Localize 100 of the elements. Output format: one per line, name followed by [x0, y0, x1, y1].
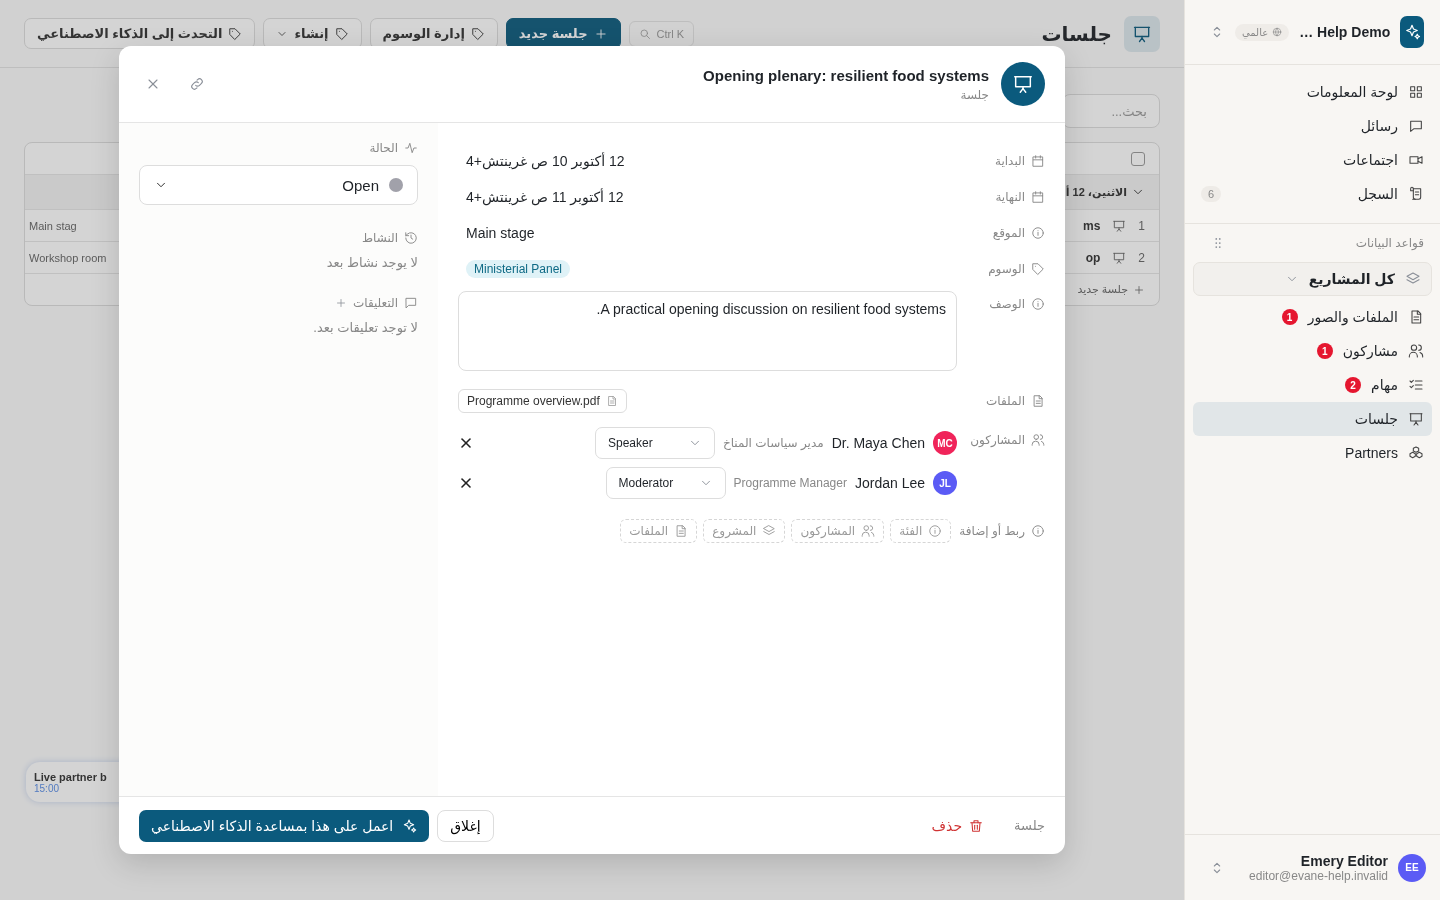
empty-activity-text: لا يوجد نشاط بعد	[325, 255, 418, 270]
status-select[interactable]: Open	[139, 165, 418, 205]
item-label: جلسات	[1354, 411, 1398, 427]
tag-icon	[1031, 262, 1045, 276]
participant-role: مدير سياسات المناخ	[722, 436, 824, 450]
field-value[interactable]: 12 أكتوبر 10 ص غرينتش+4	[458, 153, 633, 169]
table-cell: ms	[1082, 218, 1101, 233]
comments-label: التعليقات	[352, 296, 398, 310]
presentation-icon	[1112, 218, 1127, 233]
item-label: مشاركون	[1342, 343, 1398, 359]
calendar-icon	[1031, 154, 1045, 168]
participant-avatar: JL	[933, 471, 957, 495]
field-label: النهاية	[995, 190, 1025, 204]
logo-icon[interactable]	[1400, 16, 1424, 48]
document-icon	[1031, 394, 1045, 408]
notification-badge: 2	[1345, 377, 1362, 393]
toolbar-button[interactable]: التحدث إلى الذكاء الاصطناعي	[24, 18, 256, 49]
select-all-checkbox[interactable]	[1131, 151, 1145, 166]
record-type: جلسة	[1014, 818, 1045, 833]
table-cell: Main stag	[29, 219, 77, 232]
empty-comments-text: لا توجد تعليقات بعد.	[312, 320, 418, 335]
row-number: 2	[1138, 250, 1145, 265]
close-button[interactable]: إغلاق	[437, 809, 494, 842]
info-icon	[1031, 226, 1045, 240]
ai-button[interactable]: اعمل على هذا بمساعدة الذكاء الاصطناعي	[139, 809, 430, 842]
activity-label: النشاط	[361, 231, 398, 245]
item-label: الملفات والصور	[1307, 309, 1398, 325]
cubes-icon	[1408, 445, 1424, 461]
role-select[interactable]: Speaker	[594, 427, 715, 459]
tag-icon	[470, 26, 485, 41]
remove-icon[interactable]	[458, 435, 474, 451]
nav-item[interactable]: اجتماعات	[1193, 143, 1432, 177]
delete-button[interactable]: حذف	[925, 816, 991, 835]
workspace-name[interactable]: Help Demo …	[1299, 24, 1391, 40]
grid-icon	[1408, 84, 1424, 100]
presentation-icon	[1124, 15, 1160, 52]
search-icon	[638, 27, 651, 40]
role-select[interactable]: Moderator	[605, 467, 726, 499]
plus-icon	[1133, 283, 1145, 296]
presentation-icon	[1112, 250, 1127, 265]
item-label: Partners	[1345, 445, 1398, 461]
chat-icon	[1408, 118, 1424, 134]
link-icon[interactable]	[189, 76, 205, 92]
history-icon	[404, 231, 418, 245]
pulse-icon	[404, 141, 418, 155]
document-icon	[605, 395, 618, 407]
file-chip[interactable]: Programme overview.pdf	[458, 389, 627, 413]
nav-label: رسائل	[1360, 118, 1398, 134]
participant-name[interactable]: Jordan Lee	[854, 475, 925, 491]
user-avatar[interactable]: EE	[1398, 853, 1426, 882]
participant-avatar: MC	[933, 431, 957, 455]
field-value[interactable]: 12 أكتوبر 11 ص غرينتش+4	[458, 189, 632, 205]
users-icon	[1408, 343, 1424, 359]
field-label: الوسوم	[988, 262, 1025, 276]
database-item[interactable]: Partners	[1193, 436, 1432, 470]
nav-label: السجل	[1357, 186, 1398, 202]
tag-icon	[228, 26, 243, 41]
sparkles-icon	[401, 817, 418, 834]
calendar-icon	[1031, 190, 1045, 204]
nav-item[interactable]: لوحة المعلومات	[1193, 75, 1432, 109]
group-title: الاثنين، 12 أ	[1065, 185, 1127, 199]
database-item[interactable]: جلسات	[1193, 402, 1432, 436]
info-icon	[928, 524, 943, 538]
document-icon	[674, 524, 689, 538]
info-icon	[1031, 524, 1045, 538]
participant-name[interactable]: Dr. Maya Chen	[831, 435, 925, 451]
notification-badge: 1	[1316, 343, 1333, 359]
user-name: Emery Editor	[1300, 852, 1388, 869]
status-label: الحالة	[369, 141, 398, 155]
dialog-subtitle: جلسة	[959, 87, 989, 102]
table-cell: op	[1085, 250, 1101, 265]
nav-label: لوحة المعلومات	[1306, 84, 1398, 100]
item-label: مهام	[1371, 377, 1398, 393]
nav-label: اجتماعات	[1343, 152, 1398, 168]
dialog-title: Opening plenary: resilient food systems	[703, 66, 989, 84]
add-comment-icon[interactable]	[334, 297, 347, 309]
tag-icon	[334, 26, 349, 41]
layers-icon	[762, 524, 777, 538]
field-label: ربط أو إضافة	[959, 524, 1025, 538]
checklist-icon	[1408, 377, 1424, 393]
users-icon	[861, 524, 876, 538]
globe-icon	[1272, 27, 1283, 37]
field-label: البداية	[994, 154, 1025, 168]
table-cell: Workshop room	[29, 251, 107, 264]
add-row-button[interactable]: جلسة جديد	[1077, 283, 1145, 296]
remove-icon[interactable]	[458, 475, 474, 491]
field-value[interactable]: Main stage	[458, 225, 543, 241]
description-field[interactable]: A practical opening discussion on resilient food systems.	[458, 291, 957, 371]
nav-item[interactable]: رسائل	[1193, 109, 1432, 143]
comment-icon	[404, 296, 418, 310]
tag[interactable]: Ministerial Panel	[466, 260, 571, 278]
scroll-icon	[1408, 186, 1424, 202]
page-title: جلسات	[1041, 21, 1112, 46]
participant-role: Programme Manager	[733, 476, 847, 490]
presentation-icon	[1001, 62, 1045, 106]
field-label: الوصف	[989, 297, 1025, 311]
document-icon	[1408, 309, 1424, 325]
project-filter[interactable]: كل المشاريع	[1193, 262, 1432, 296]
section-title: قواعد البيانات	[1355, 236, 1424, 250]
trash-icon	[968, 817, 985, 834]
